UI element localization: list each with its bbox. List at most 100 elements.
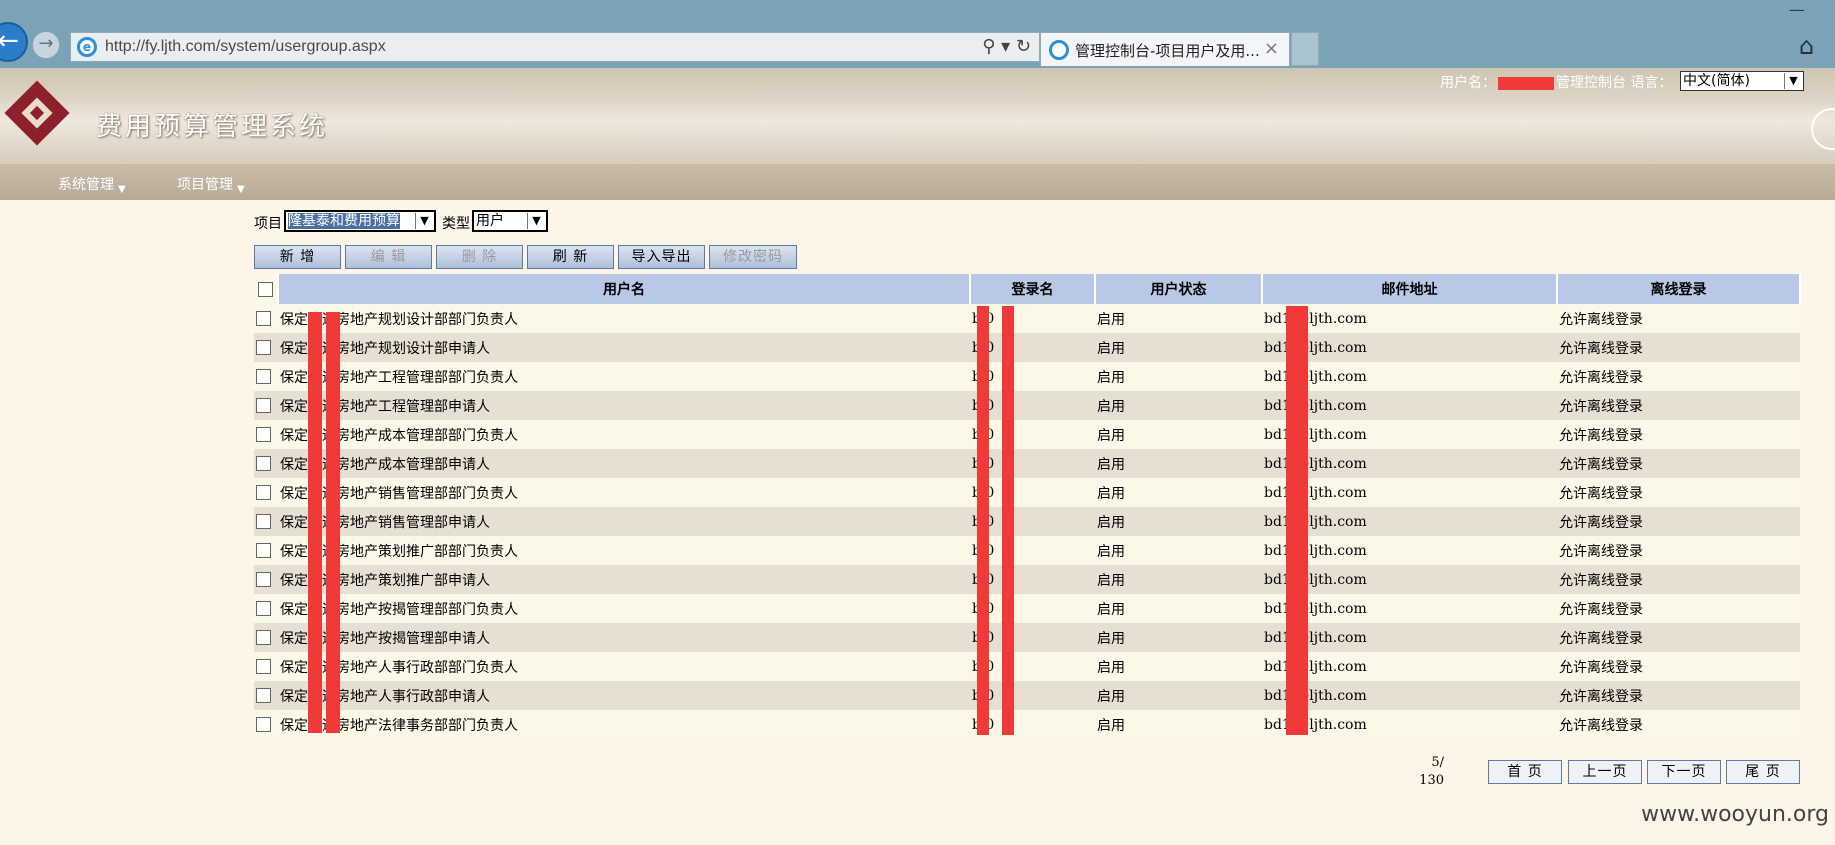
table-row[interactable]: 保定隆远房地产工程管理部部门负责人b 0启用bd1 @ljth.com允许离线登…	[254, 362, 1800, 391]
table-row[interactable]: 保定隆远房地产按揭管理部部门负责人b 0启用bd1 @ljth.com允许离线登…	[254, 594, 1800, 623]
watermark: www.wooyun.org	[1641, 802, 1829, 827]
redaction-mark	[308, 312, 322, 733]
url-text[interactable]: http://fy.ljth.com/system/usergroup.aspx	[105, 38, 386, 56]
tab-ie-icon	[1049, 40, 1069, 60]
col-status[interactable]: 用户状态	[1095, 274, 1263, 304]
redaction-mark	[326, 312, 340, 733]
project-select[interactable]: 隆基泰和费用预算 ▼	[284, 210, 436, 232]
caret-down-icon: ▼	[118, 184, 126, 195]
table-row[interactable]: 保定隆远房地产人事行政部申请人b 0启用bd1 @ljth.com允许离线登录	[254, 681, 1800, 710]
add-button[interactable]: 新 增	[254, 245, 341, 269]
row-checkbox[interactable]	[256, 485, 271, 500]
row-checkbox-cell	[254, 652, 278, 681]
row-checkbox[interactable]	[256, 630, 271, 645]
cell-offline: 允许离线登录	[1557, 652, 1800, 681]
new-tab-button[interactable]	[1291, 32, 1319, 66]
cell-status: 启用	[1095, 391, 1262, 420]
row-checkbox[interactable]	[256, 340, 271, 355]
table-row[interactable]: 保定隆远房地产规划设计部申请人b 0启用bd1 @ljth.com允许离线登录	[254, 333, 1800, 362]
total-pages: 130	[1419, 773, 1444, 788]
row-checkbox[interactable]	[256, 369, 271, 384]
edit-button[interactable]: 编 辑	[345, 245, 432, 269]
next-page-button[interactable]: 下一页	[1647, 760, 1721, 784]
row-checkbox[interactable]	[256, 572, 271, 587]
company-logo	[4, 76, 70, 152]
row-checkbox[interactable]	[256, 601, 271, 616]
cell-status: 启用	[1095, 478, 1262, 507]
search-refresh-icons[interactable]: ⚲ ▾ ↻	[982, 36, 1031, 57]
last-page-button[interactable]: 尾 页	[1726, 760, 1800, 784]
table-row[interactable]: 保定隆远房地产策划推广部申请人b 0启用bd1 @ljth.com允许离线登录	[254, 565, 1800, 594]
table-row[interactable]: 保定隆远房地产按揭管理部申请人b 0启用bd1 @ljth.com允许离线登录	[254, 623, 1800, 652]
table-row[interactable]: 保定隆远房地产销售管理部申请人b 0启用bd1 @ljth.com允许离线登录	[254, 507, 1800, 536]
col-email[interactable]: 邮件地址	[1262, 274, 1558, 304]
table-row[interactable]: 保定隆远房地产人事行政部部门负责人b 0启用bd1 @ljth.com允许离线登…	[254, 652, 1800, 681]
cell-offline: 允许离线登录	[1557, 420, 1800, 449]
first-page-button[interactable]: 首 页	[1488, 760, 1562, 784]
cell-offline: 允许离线登录	[1557, 536, 1800, 565]
table-row[interactable]: 保定隆远房地产策划推广部部门负责人b 0启用bd1 @ljth.com允许离线登…	[254, 536, 1800, 565]
col-offline[interactable]: 离线登录	[1557, 274, 1801, 304]
tab-close-icon[interactable]: ×	[1264, 38, 1279, 59]
row-checkbox-cell	[254, 594, 278, 623]
user-info: 用户名： 管理控制台 语言：	[1440, 72, 1672, 92]
cell-username: 保定隆远房地产成本管理部部门负责人	[278, 420, 970, 449]
minimize-icon[interactable]: —	[1789, 0, 1805, 19]
prev-page-button[interactable]: 上一页	[1568, 760, 1642, 784]
forward-arrow-icon: →	[38, 33, 54, 54]
row-checkbox-cell	[254, 449, 278, 478]
row-checkbox[interactable]	[256, 717, 271, 732]
cell-offline: 允许离线登录	[1557, 681, 1800, 710]
row-checkbox[interactable]	[256, 311, 271, 326]
row-checkbox[interactable]	[256, 543, 271, 558]
row-checkbox-cell	[254, 681, 278, 710]
row-checkbox-cell	[254, 304, 278, 333]
change-password-button[interactable]: 修改密码	[709, 245, 797, 269]
refresh-button[interactable]: 刷 新	[527, 245, 614, 269]
cell-offline: 允许离线登录	[1557, 304, 1800, 333]
browser-tab[interactable]: 管理控制台-项目用户及用... ×	[1040, 32, 1290, 66]
cell-offline: 允许离线登录	[1557, 449, 1800, 478]
table-row[interactable]: 保定隆远房地产法律事务部部门负责人b 0启用bd1 @ljth.com允许离线登…	[254, 710, 1800, 739]
cell-status: 启用	[1095, 710, 1262, 739]
cell-username: 保定隆远房地产法律事务部部门负责人	[278, 710, 970, 739]
row-checkbox[interactable]	[256, 427, 271, 442]
menu-label: 系统管理	[58, 177, 114, 193]
row-checkbox[interactable]	[256, 456, 271, 471]
user-label: 用户名：	[1440, 75, 1496, 91]
back-button[interactable]: ←	[0, 22, 28, 62]
cell-username: 保定隆远房地产规划设计部申请人	[278, 333, 970, 362]
table-row[interactable]: 保定隆远房地产工程管理部申请人b 0启用bd1 @ljth.com允许离线登录	[254, 391, 1800, 420]
table-row[interactable]: 保定隆远房地产规划设计部部门负责人b 0启用bd1 @ljth.com允许离线登…	[254, 304, 1800, 333]
col-username[interactable]: 用户名	[278, 274, 971, 304]
row-checkbox[interactable]	[256, 514, 271, 529]
console-link[interactable]: 管理控制台	[1556, 75, 1626, 91]
cell-status: 启用	[1095, 652, 1262, 681]
table-row[interactable]: 保定隆远房地产销售管理部部门负责人b 0启用bd1 @ljth.com允许离线登…	[254, 478, 1800, 507]
cell-status: 启用	[1095, 420, 1262, 449]
menu-project-management[interactable]: 项目管理 ▼	[177, 174, 245, 195]
redaction-mark	[977, 306, 989, 735]
cell-username: 保定隆远房地产按揭管理部申请人	[278, 623, 970, 652]
row-checkbox-cell	[254, 710, 278, 739]
table-row[interactable]: 保定隆远房地产成本管理部申请人b 0启用bd1 @ljth.com允许离线登录	[254, 449, 1800, 478]
language-select[interactable]: 中文(简体) ▼	[1680, 71, 1804, 91]
project-label: 项目	[254, 216, 282, 232]
address-bar[interactable]: e http://fy.ljth.com/system/usergroup.as…	[70, 32, 1040, 62]
browser-chrome: ← → e http://fy.ljth.com/system/usergrou…	[0, 0, 1835, 68]
menu-system-management[interactable]: 系统管理 ▼	[58, 174, 126, 195]
row-checkbox[interactable]	[256, 688, 271, 703]
home-icon[interactable]: ⌂	[1799, 34, 1823, 58]
type-value: 用户	[476, 213, 504, 229]
menu-label: 项目管理	[177, 177, 233, 193]
ie-page-icon: e	[77, 37, 97, 57]
forward-button[interactable]: →	[32, 31, 60, 59]
delete-button[interactable]: 删 除	[436, 245, 523, 269]
import-export-button[interactable]: 导入导出	[618, 245, 705, 269]
select-all-checkbox[interactable]	[258, 281, 273, 297]
table-row[interactable]: 保定隆远房地产成本管理部部门负责人b 0启用bd1 @ljth.com允许离线登…	[254, 420, 1800, 449]
type-select[interactable]: 用户 ▼	[472, 210, 548, 232]
row-checkbox[interactable]	[256, 398, 271, 413]
row-checkbox[interactable]	[256, 659, 271, 674]
col-login[interactable]: 登录名	[970, 274, 1096, 304]
